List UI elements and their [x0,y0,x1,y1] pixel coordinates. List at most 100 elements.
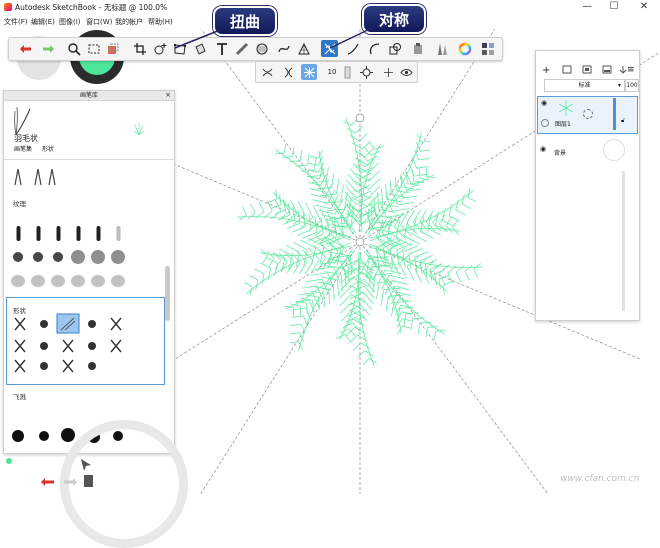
current-color-dot [6,458,12,464]
minimize-button[interactable]: — [575,0,599,14]
symmetry-center-handle [355,237,365,247]
layer-row-1[interactable]: ◉ 图层1 🔓︎ [537,96,638,134]
menu-edit[interactable]: 编辑(E) [31,17,55,27]
axis-count-stepper[interactable] [339,64,355,80]
ellipse-button[interactable] [253,40,270,57]
visibility-button[interactable] [398,64,414,80]
mirror-y-icon [284,67,292,77]
maximize-button[interactable]: ☐ [602,0,626,14]
watermark-text: www.cfan.com.cn [560,474,640,484]
close-button[interactable]: ✕ [632,0,656,14]
section-texture: 纹理 [13,200,26,208]
symmetry-callout: 对称 [362,4,426,34]
redo-button[interactable] [39,40,56,57]
select-button[interactable] [85,40,102,57]
layer-visibility-icon[interactable]: ◉ [541,99,547,107]
window-title: Autodesk SketchBook - 无标题 @ 100.0% [15,3,168,12]
color-wheel-icon [458,42,471,55]
overlap-squares-icon [389,42,401,54]
layer-opacity-bar[interactable] [613,98,616,130]
french-curve-button[interactable] [365,40,382,57]
chevron-down-icon: ▾ [617,82,621,89]
layer-panel: + ≡ 标准 ▾ 100 ◉ 图层1 🔓︎ ◉ 背景 [535,50,640,321]
shape-button[interactable] [386,40,403,57]
menu-window[interactable]: 窗口(W) [86,17,112,27]
ellipse-guide-icon [256,43,267,54]
feather-stroke [369,236,483,285]
pointer-icon[interactable] [79,458,93,472]
background-visibility-icon[interactable]: ◉ [540,145,546,153]
menu-bar: 文件(F) 编辑(E) 图像(I) 窗口(W) 我的帐户 帮助(H) [0,15,660,29]
crop-button[interactable] [131,40,148,57]
brush-set-button[interactable] [433,40,450,57]
lasso-select-icon [88,44,99,53]
magnifier-icon [67,42,81,56]
ruler-button[interactable] [233,40,250,57]
undo-button[interactable] [17,40,34,57]
zoom-button[interactable] [65,40,82,57]
curve-button[interactable] [275,40,292,57]
transform-icon [107,43,118,54]
texture-brush-thumb [11,275,25,287]
brush-library-title: 画笔库 [4,91,174,101]
distort-button[interactable] [171,40,188,57]
layer-menu-icon[interactable]: ≡ [627,65,635,75]
texture-brush-thumb [31,275,45,287]
eye-icon [399,68,413,76]
symmetry-button[interactable] [321,40,338,57]
grip-icon [383,67,393,77]
menu-help[interactable]: 帮助(H) [148,17,173,27]
symmetry-y-button[interactable] [280,64,296,80]
blend-mode-value: 标准 [578,82,591,89]
panel-close-icon[interactable]: × [165,91,171,99]
texture-brush-thumb [53,252,63,262]
color-wheel-button[interactable] [456,40,473,57]
menu-file[interactable]: 文件(F) [4,17,28,27]
menu-account[interactable]: 我的帐户 [115,17,143,27]
layer-lock-icon[interactable] [541,119,549,127]
text-t-icon [216,42,227,55]
layer-lock-glyph-icon[interactable]: 🔓︎ [621,117,625,125]
copy-button[interactable] [409,40,426,57]
brushes-icon [437,42,447,55]
blend-mode-select[interactable]: 标准 ▾ [544,79,625,92]
layer-panel-scrollbar[interactable] [622,171,625,311]
texture-brush-thumb [16,226,21,241]
transform-button[interactable] [104,40,121,57]
layer-toolbar-icons[interactable] [561,64,651,76]
fill-button[interactable] [191,40,208,57]
radial-symmetry-button[interactable] [301,64,317,80]
radial-symmetry-icon [303,66,315,78]
rotate-handle-button[interactable] [380,64,396,80]
brush-thumb [34,168,42,186]
shape-section-highlight [6,297,165,385]
background-layer-row[interactable]: ◉ 背景 [537,137,636,165]
texture-brush-thumb [91,250,105,264]
crosshair-icon [359,65,373,79]
feather-stroke [368,239,452,295]
texture-brush-thumb [36,226,41,241]
crop-icon [133,42,146,55]
menu-image[interactable]: 图像(I) [59,17,81,27]
ruler-icon [235,42,248,55]
brush-panel-scrollbar[interactable] [165,266,170,321]
text-button[interactable] [213,40,230,57]
texture-brush-thumb [51,275,65,287]
texture-brush-thumb [33,252,43,262]
symmetry-x-button[interactable] [259,64,275,80]
title-bar: Autodesk SketchBook - 无标题 @ 100.0% — ☐ ✕ [0,0,660,16]
add-layer-icon[interactable]: + [542,65,550,76]
opacity-field[interactable]: 100 [625,79,639,92]
section-splatter: 飞溅 [13,393,26,401]
add-image-button[interactable] [151,40,168,57]
texture-brush-thumb [13,252,23,262]
perspective-button[interactable] [295,40,312,57]
layer-thumbnail [558,100,574,116]
feather-stroke [237,199,351,248]
center-point-button[interactable] [358,64,374,80]
background-color-swatch[interactable] [603,139,625,161]
brush-library-panel: 画笔库 × 羽毛状 画笔集 形状 纹理 形状 飞溅 [3,90,175,454]
stroke-button[interactable] [344,40,361,57]
swatches-button[interactable] [479,40,496,57]
undo-icon [19,44,31,53]
